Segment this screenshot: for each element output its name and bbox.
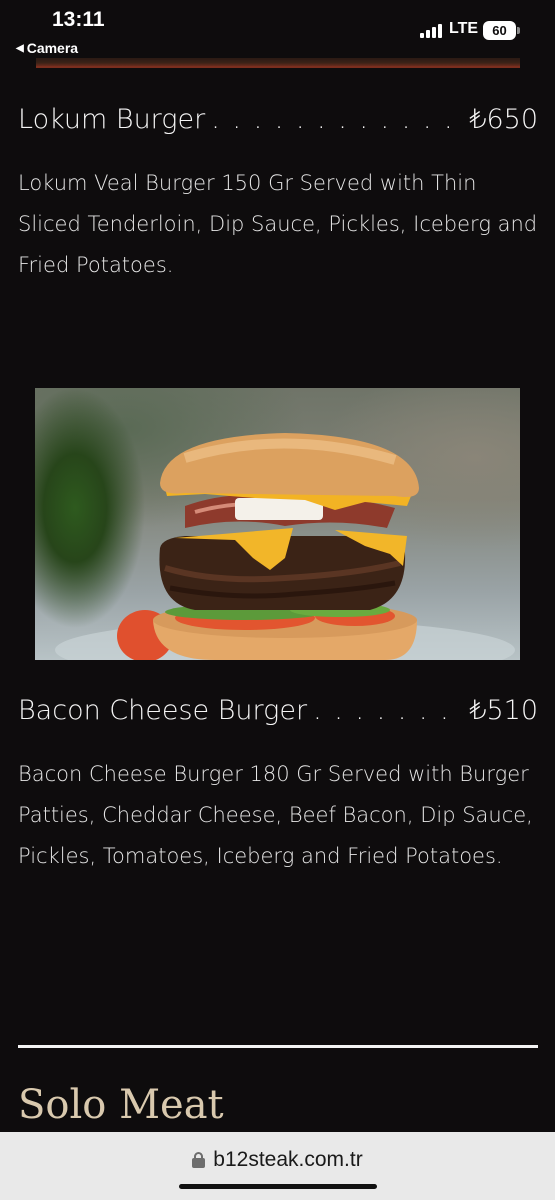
home-indicator[interactable] [179, 1184, 377, 1189]
menu-item-name: Bacon Cheese Burger [18, 695, 308, 726]
url-text[interactable]: b12steak.com.tr [213, 1148, 362, 1172]
status-time: 13:11 [52, 8, 105, 31]
menu-item-header: Lokum Burger ₺650 [18, 104, 538, 135]
section-divider [18, 1045, 538, 1048]
browser-address-bar[interactable]: b12steak.com.tr [0, 1132, 555, 1200]
dot-leader [313, 695, 463, 726]
menu-item-description: Bacon Cheese Burger 180 Gr Served with B… [18, 762, 533, 868]
battery-icon: 60 [483, 21, 516, 40]
status-bar: 13:11 ◀ Camera LTE 60 [0, 0, 555, 62]
back-to-app-label: Camera [26, 40, 79, 56]
url-display[interactable]: b12steak.com.tr [0, 1148, 555, 1172]
menu-item-description: Lokum Veal Burger 150 Gr Served with Thi… [18, 171, 538, 277]
menu-item: Lokum Burger ₺650 Lokum Veal Burger 150 … [18, 104, 538, 286]
burger-illustration [55, 433, 515, 660]
back-arrow-icon: ◀ [16, 42, 24, 54]
lock-icon [192, 1152, 206, 1168]
dot-leader [211, 104, 463, 135]
menu-item-price: ₺510 [469, 695, 538, 726]
cellular-signal-icon [420, 24, 442, 38]
menu-item: Bacon Cheese Burger ₺510 Bacon Cheese Bu… [18, 695, 538, 877]
menu-item-name: Lokum Burger [18, 104, 206, 135]
back-to-app-button[interactable]: ◀ Camera [16, 40, 78, 56]
previous-item-image [36, 58, 520, 68]
bacon-cheese-burger-photo [35, 388, 520, 660]
menu-item-header: Bacon Cheese Burger ₺510 [18, 695, 538, 726]
network-type: LTE [449, 20, 479, 37]
menu-item-price: ₺650 [469, 104, 538, 135]
battery-level: 60 [492, 23, 507, 38]
battery-tip [517, 27, 520, 34]
section-title: Solo Meat [18, 1082, 224, 1128]
